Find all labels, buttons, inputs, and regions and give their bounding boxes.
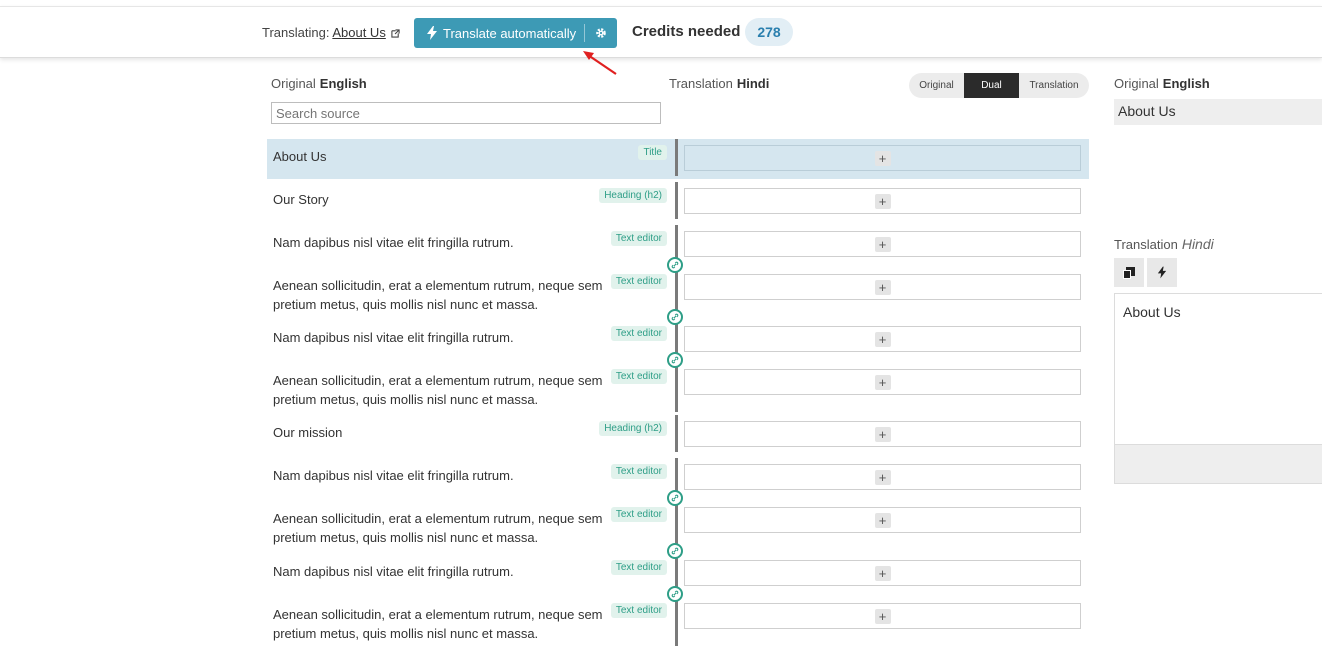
add-translation-icon[interactable]: + [874, 236, 891, 252]
copy-icon [1123, 266, 1135, 279]
translate-settings-button[interactable] [585, 18, 617, 48]
segment-source-text: Aenean sollicitudin, erat a elementum ru… [273, 373, 603, 407]
add-translation-icon[interactable]: + [874, 150, 891, 166]
segment-translation-field[interactable]: + [684, 274, 1081, 300]
translate-automatically-main[interactable]: Translate automatically [414, 18, 584, 48]
segment-source-text: Nam dapibus nisl vitae elit fringilla ru… [273, 330, 514, 345]
segment-row[interactable]: Our mission Heading (h2) + [267, 415, 1089, 455]
segment-type-tag: Text editor [610, 231, 667, 246]
segment-translation-field[interactable]: + [684, 421, 1081, 447]
translate-automatically-button[interactable]: Translate automatically [414, 18, 617, 48]
column-divider [675, 415, 678, 452]
segment-type-tag: Text editor [610, 464, 667, 479]
translating-page-link[interactable]: About Us [332, 25, 385, 40]
link-icon[interactable] [667, 490, 683, 506]
add-translation-icon[interactable]: + [874, 512, 891, 528]
segment-type-tag: Text editor [610, 369, 667, 384]
external-link-icon[interactable] [391, 29, 401, 38]
translation-textarea[interactable]: About Us [1114, 293, 1322, 445]
segment-type-tag: Text editor [610, 326, 667, 341]
view-mode-toggle[interactable]: Original Dual Translation [909, 73, 1089, 98]
bolt-icon [1157, 266, 1167, 279]
add-translation-icon[interactable]: + [874, 469, 891, 485]
top-bar: Translating: About Us Translate automati… [0, 6, 1322, 58]
segment-type-tag: Text editor [610, 560, 667, 575]
link-icon[interactable] [667, 352, 683, 368]
gear-icon [596, 28, 606, 38]
link-icon[interactable] [667, 257, 683, 273]
bolt-icon [427, 26, 437, 40]
add-translation-icon[interactable]: + [874, 331, 891, 347]
column-divider [675, 363, 678, 412]
add-translation-icon[interactable]: + [874, 608, 891, 624]
add-translation-icon[interactable]: + [874, 565, 891, 581]
segment-source-text: Aenean sollicitudin, erat a elementum ru… [273, 511, 603, 545]
column-divider [675, 597, 678, 646]
translation-footer [1114, 444, 1322, 484]
toggle-dual[interactable]: Dual [964, 73, 1019, 98]
segment-type-tag: Heading (h2) [599, 188, 667, 203]
segment-translation-field[interactable]: + [684, 188, 1081, 214]
segment-type-tag: Heading (h2) [599, 421, 667, 436]
toggle-translation[interactable]: Translation [1019, 73, 1089, 98]
segment-translation-field[interactable]: + [684, 507, 1081, 533]
segment-translation-field[interactable]: + [684, 464, 1081, 490]
segment-translation-field[interactable]: + [684, 603, 1081, 629]
segment-row[interactable]: Aenean sollicitudin, erat a elementum ru… [267, 597, 1089, 649]
auto-translate-segment-button[interactable] [1147, 258, 1177, 287]
link-icon[interactable] [667, 543, 683, 559]
add-translation-icon[interactable]: + [874, 426, 891, 442]
segment-row[interactable]: Aenean sollicitudin, erat a elementum ru… [267, 363, 1089, 415]
translating-label: Translating: About Us [262, 25, 401, 40]
segment-translation-field[interactable]: + [684, 326, 1081, 352]
segment-source-text: About Us [273, 149, 327, 164]
segment-source-text: Our Story [273, 192, 329, 207]
segment-translation-field[interactable]: + [684, 369, 1081, 395]
search-source-input[interactable] [271, 102, 661, 124]
segment-type-tag: Text editor [610, 274, 667, 289]
original-column-header: Original English [271, 76, 367, 91]
copy-source-button[interactable] [1114, 258, 1144, 287]
detail-original-header: Original English [1114, 76, 1210, 91]
segment-translation-field[interactable]: + [684, 560, 1081, 586]
annotation-arrow-icon [583, 51, 617, 75]
link-icon[interactable] [667, 586, 683, 602]
credits-label: Credits needed [632, 23, 741, 40]
segment-source-text: Aenean sollicitudin, erat a elementum ru… [273, 607, 603, 641]
segment-source-text: Aenean sollicitudin, erat a elementum ru… [273, 278, 603, 312]
segment-type-tag: Text editor [610, 507, 667, 522]
add-translation-icon[interactable]: + [874, 374, 891, 390]
detail-source-text: About Us [1114, 99, 1322, 125]
segment-row[interactable]: Our Story Heading (h2) + [267, 182, 1089, 222]
segment-source-text: Nam dapibus nisl vitae elit fringilla ru… [273, 468, 514, 483]
segment-type-tag: Title [638, 145, 667, 160]
detail-translation-header: Translation Hindi [1114, 236, 1214, 252]
segment-translation-field[interactable]: + [684, 145, 1081, 171]
segment-row[interactable]: About Us Title + [267, 139, 1089, 179]
segment-source-text: Our mission [273, 425, 343, 440]
credits-badge: 278 [745, 18, 793, 46]
segment-source-text: Nam dapibus nisl vitae elit fringilla ru… [273, 564, 514, 579]
segment-type-tag: Text editor [610, 603, 667, 618]
translation-column-header: Translation Hindi [669, 76, 770, 91]
add-translation-icon[interactable]: + [874, 279, 891, 295]
add-translation-icon[interactable]: + [874, 193, 891, 209]
column-divider [675, 139, 678, 176]
column-divider [675, 182, 678, 219]
toggle-original[interactable]: Original [909, 73, 964, 98]
segment-source-text: Nam dapibus nisl vitae elit fringilla ru… [273, 235, 514, 250]
segment-translation-field[interactable]: + [684, 231, 1081, 257]
link-icon[interactable] [667, 309, 683, 325]
